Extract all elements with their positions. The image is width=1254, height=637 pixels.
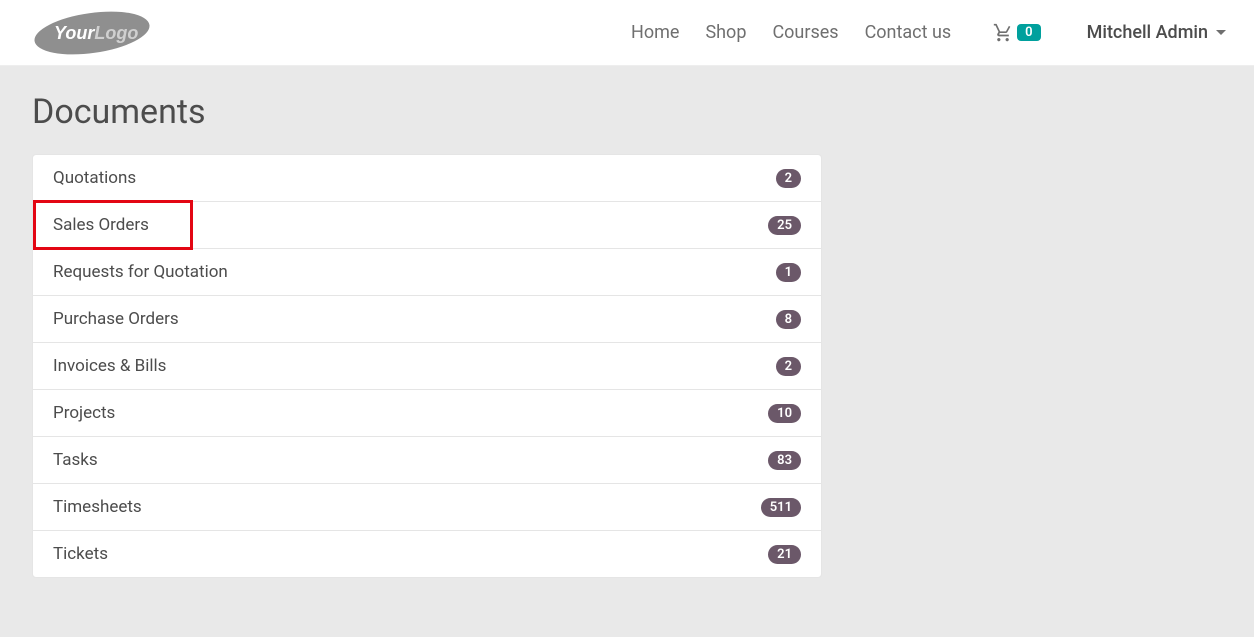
- document-label: Quotations: [53, 168, 136, 188]
- document-count-badge: 8: [776, 310, 801, 329]
- document-item[interactable]: Invoices & Bills 2: [33, 343, 821, 390]
- documents-list: Quotations 2 Sales Orders 25 Requests for Qu…: [32, 154, 822, 578]
- cart-icon: [993, 23, 1013, 43]
- nav-shop[interactable]: Shop: [705, 22, 746, 43]
- document-count-badge: 511: [761, 498, 801, 517]
- document-item[interactable]: Purchase Orders 8: [33, 296, 821, 343]
- user-menu[interactable]: Mitchell Admin: [1087, 22, 1226, 43]
- document-item[interactable]: Quotations 2: [33, 155, 821, 202]
- document-item[interactable]: Projects 10: [33, 390, 821, 437]
- document-count-badge: 25: [768, 216, 801, 235]
- document-item[interactable]: Tasks 83: [33, 437, 821, 484]
- document-label: Invoices & Bills: [53, 356, 166, 376]
- logo-icon: YourLogo: [32, 9, 152, 57]
- document-count-badge: 2: [776, 169, 801, 188]
- nav-contact[interactable]: Contact us: [865, 22, 952, 43]
- document-item[interactable]: Requests for Quotation 1: [33, 249, 821, 296]
- document-count-badge: 10: [768, 404, 801, 423]
- nav-home[interactable]: Home: [631, 22, 679, 43]
- document-label: Purchase Orders: [53, 309, 179, 329]
- user-name: Mitchell Admin: [1087, 22, 1208, 43]
- document-label: Requests for Quotation: [53, 262, 228, 282]
- document-item[interactable]: Timesheets 511: [33, 484, 821, 531]
- caret-down-icon: [1216, 30, 1226, 35]
- svg-text:YourLogo: YourLogo: [54, 23, 138, 43]
- logo[interactable]: YourLogo: [32, 9, 152, 57]
- cart-count-badge: 0: [1017, 24, 1040, 41]
- page-title: Documents: [32, 92, 1222, 132]
- cart-button[interactable]: 0: [993, 23, 1040, 43]
- document-count-badge: 83: [768, 451, 801, 470]
- nav: Home Shop Courses Contact us 0 Mitchell …: [631, 22, 1226, 43]
- document-count-badge: 1: [776, 263, 801, 282]
- document-label: Sales Orders: [53, 215, 149, 235]
- document-count-badge: 2: [776, 357, 801, 376]
- document-label: Tickets: [53, 544, 108, 564]
- nav-courses[interactable]: Courses: [772, 22, 838, 43]
- header: YourLogo Home Shop Courses Contact us 0 …: [0, 0, 1254, 66]
- document-label: Tasks: [53, 450, 98, 470]
- document-label: Timesheets: [53, 497, 142, 517]
- document-label: Projects: [53, 403, 115, 423]
- document-item[interactable]: Tickets 21: [33, 531, 821, 577]
- document-count-badge: 21: [768, 545, 801, 564]
- document-item[interactable]: Sales Orders 25: [33, 202, 821, 249]
- content: Documents Quotations 2 Sales Orders 25 Reque…: [0, 66, 1254, 604]
